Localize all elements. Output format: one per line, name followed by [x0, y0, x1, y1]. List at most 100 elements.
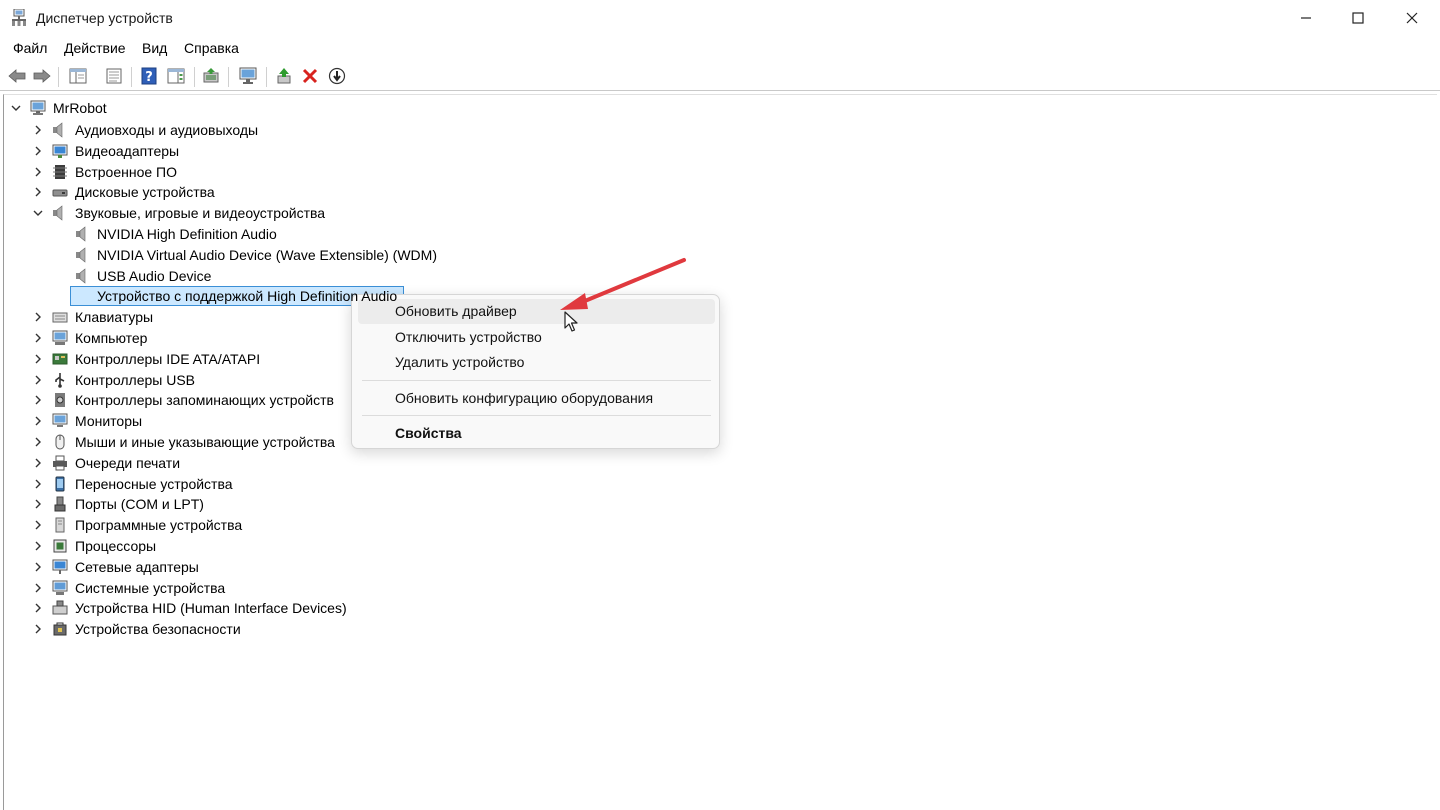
menu-item-uninstall-device[interactable]: Удалить устройство [395, 354, 524, 370]
chevron-right-icon[interactable] [32, 186, 44, 198]
menu-help[interactable]: Справка [184, 40, 239, 56]
chevron-right-icon[interactable] [32, 374, 44, 386]
chevron-right-icon[interactable] [32, 623, 44, 635]
chevron-right-icon[interactable] [32, 602, 44, 614]
back-button[interactable] [6, 65, 28, 87]
chevron-right-icon[interactable] [32, 436, 44, 448]
menu-item-scan-hardware[interactable]: Обновить конфигурацию оборудования [395, 390, 653, 406]
tree-category-label[interactable]: Дисковые устройства [75, 184, 215, 200]
chevron-down-icon[interactable] [10, 102, 22, 114]
chevron-right-icon[interactable] [32, 540, 44, 552]
tree-category-label[interactable]: Очереди печати [75, 455, 180, 471]
tree-device-label[interactable]: NVIDIA Virtual Audio Device (Wave Extens… [97, 247, 437, 263]
chevron-right-icon[interactable] [32, 498, 44, 510]
menu-item-update-driver[interactable]: Обновить драйвер [395, 303, 517, 319]
properties-toolbar-button[interactable] [103, 65, 125, 87]
tree-category-label[interactable]: Контроллеры USB [75, 372, 195, 388]
close-icon [1406, 12, 1418, 24]
tree-category-label[interactable]: Видеоадаптеры [75, 143, 179, 159]
uninstall-device-icon [302, 68, 318, 84]
tree-device-label[interactable]: NVIDIA High Definition Audio [97, 226, 277, 242]
tree-category-label[interactable]: Процессоры [75, 538, 156, 554]
tree-category-label[interactable]: Встроенное ПО [75, 164, 177, 180]
network-adapter-icon [52, 559, 68, 574]
chevron-right-icon[interactable] [32, 394, 44, 406]
tree-category-label[interactable]: Аудиовходы и аудиовыходы [75, 122, 258, 138]
tree-category-label[interactable]: Контроллеры IDE ATA/ATAPI [75, 351, 260, 367]
chevron-right-icon[interactable] [32, 311, 44, 323]
monitor-icon [52, 413, 68, 427]
minimize-button[interactable] [1279, 0, 1333, 36]
tree-root-label[interactable]: MrRobot [53, 100, 107, 116]
maximize-icon [1352, 12, 1364, 24]
speaker-icon [76, 226, 86, 242]
properties-sheet-icon [106, 68, 122, 84]
minimize-icon [1301, 17, 1311, 19]
tree-category-label[interactable]: Устройства HID (Human Interface Devices) [75, 600, 347, 616]
disable-device-toolbar-button[interactable] [326, 65, 348, 87]
window-title: Диспетчер устройств [36, 10, 173, 26]
help-icon: ? [141, 67, 157, 85]
tree-category-label[interactable]: Системные устройства [75, 580, 225, 596]
chevron-right-icon[interactable] [32, 561, 44, 573]
scan-hardware-icon [239, 67, 257, 84]
toolbar-separator [228, 67, 229, 87]
firmware-icon [53, 165, 67, 179]
tree-category-label[interactable]: Клавиатуры [75, 309, 153, 325]
tree-category-label[interactable]: Звуковые, игровые и видеоустройства [75, 205, 325, 221]
tree-category-label[interactable]: Мониторы [75, 413, 142, 429]
show-hide-tree-button[interactable] [67, 65, 89, 87]
chevron-right-icon[interactable] [32, 415, 44, 427]
enable-device-toolbar-button[interactable] [273, 65, 295, 87]
tree-category-label[interactable]: Сетевые адаптеры [75, 559, 199, 575]
action-pane-button[interactable] [165, 65, 187, 87]
speaker-icon [76, 247, 86, 263]
uninstall-device-toolbar-button[interactable] [299, 65, 321, 87]
scan-hardware-toolbar-button[interactable] [237, 65, 259, 87]
tree-category-label[interactable]: Переносные устройства [75, 476, 233, 492]
menu-bar: Файл Действие Вид Справка [0, 37, 1440, 59]
update-driver-icon [203, 68, 219, 83]
chevron-right-icon[interactable] [32, 519, 44, 531]
printer-icon [53, 455, 67, 471]
svg-text:?: ? [145, 70, 153, 85]
toolbar: ? [0, 61, 1440, 91]
menu-view[interactable]: Вид [142, 40, 167, 56]
chevron-right-icon[interactable] [32, 478, 44, 490]
menu-item-properties[interactable]: Свойства [395, 425, 462, 441]
system-device-icon [52, 580, 68, 595]
tree-category-label[interactable]: Программные устройства [75, 517, 242, 533]
chevron-right-icon[interactable] [32, 124, 44, 136]
device-manager-app-icon [12, 9, 26, 26]
storage-controller-icon [55, 393, 65, 407]
menu-action[interactable]: Действие [64, 40, 126, 56]
help-toolbar-button[interactable]: ? [138, 65, 160, 87]
chevron-down-icon[interactable] [32, 207, 44, 219]
computer-icon [52, 330, 68, 345]
tree-category-label[interactable]: Мыши и иные указывающие устройства [75, 434, 335, 450]
tree-device-label[interactable]: Устройство с поддержкой High Definition … [97, 288, 397, 304]
tree-category-label[interactable]: Компьютер [75, 330, 147, 346]
chevron-right-icon[interactable] [32, 145, 44, 157]
tree-category-label[interactable]: Контроллеры запоминающих устройств [75, 392, 334, 408]
keyboard-icon [52, 312, 68, 323]
menu-item-disable-device[interactable]: Отключить устройство [395, 329, 542, 345]
software-device-icon [55, 517, 65, 533]
forward-arrow-icon [33, 69, 51, 83]
chevron-right-icon[interactable] [32, 353, 44, 365]
usb-icon [55, 373, 65, 388]
forward-button[interactable] [31, 65, 53, 87]
chevron-right-icon[interactable] [32, 582, 44, 594]
chevron-right-icon[interactable] [32, 457, 44, 469]
display-adapter-icon [52, 144, 68, 158]
menu-file[interactable]: Файл [13, 40, 47, 56]
maximize-button[interactable] [1331, 0, 1385, 36]
tree-category-label[interactable]: Устройства безопасности [75, 621, 241, 637]
update-driver-toolbar-button[interactable] [200, 65, 222, 87]
chevron-right-icon[interactable] [32, 332, 44, 344]
hid-icon [52, 600, 68, 615]
tree-device-label[interactable]: USB Audio Device [97, 268, 211, 284]
tree-category-label[interactable]: Порты (COM и LPT) [75, 496, 204, 512]
chevron-right-icon[interactable] [32, 166, 44, 178]
close-button[interactable] [1385, 0, 1439, 36]
